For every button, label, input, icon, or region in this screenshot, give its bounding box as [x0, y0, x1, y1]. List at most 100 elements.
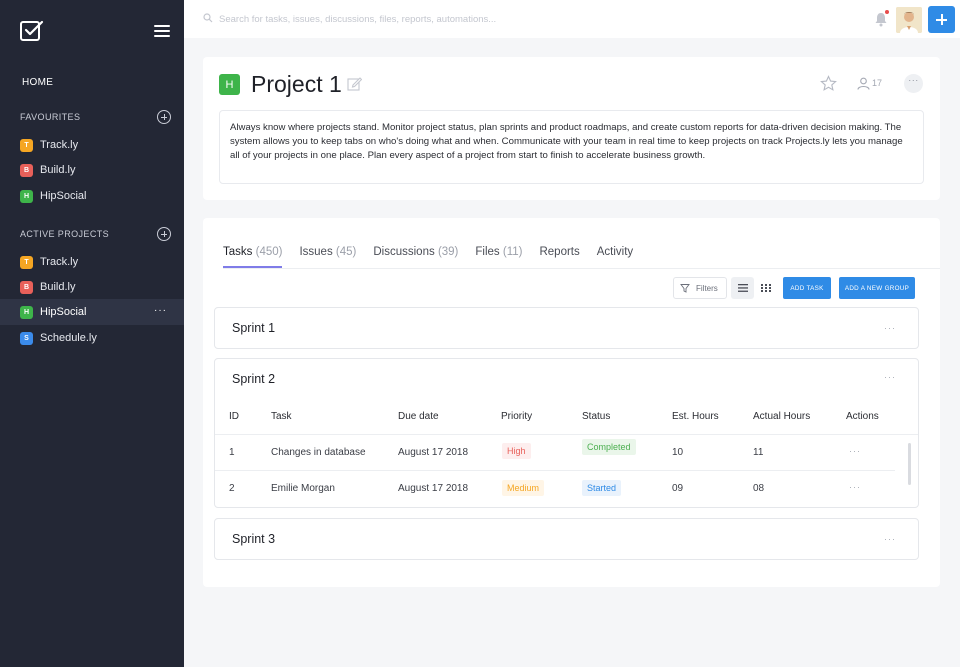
page-title: Project 1 — [251, 71, 342, 97]
app-logo-icon[interactable] — [20, 20, 44, 42]
filter-icon — [680, 284, 690, 293]
active-label: Build.ly — [40, 281, 76, 293]
search-input[interactable] — [219, 10, 639, 28]
column-header-task: Task — [271, 411, 292, 422]
project-badge: B — [20, 163, 33, 177]
table-header-divider — [215, 434, 918, 435]
edit-icon[interactable] — [347, 76, 362, 91]
grid-view-icon — [760, 284, 771, 292]
favourite-label: HipSocial — [40, 190, 87, 202]
add-group-button[interactable]: ADD A NEW GROUP — [839, 277, 915, 299]
tasks-card: Tasks (450) Issues (45) Discussions (39)… — [203, 218, 940, 587]
tab-label: Files — [475, 246, 500, 258]
star-icon[interactable] — [820, 75, 837, 92]
sidebar: HOME FAVOURITES T Track.ly B Build.ly H … — [0, 0, 184, 667]
active-label: Track.ly — [40, 256, 79, 268]
tab-count: (45) — [335, 246, 357, 258]
priority-badge: Medium — [502, 480, 545, 496]
tab-label: Issues — [299, 246, 333, 258]
tab-issues[interactable]: Issues (45) — [299, 246, 356, 268]
member-count: 17 — [872, 78, 883, 88]
priority-badge: High — [502, 443, 531, 459]
tab-label: Reports — [539, 246, 580, 258]
notification-bell-icon[interactable] — [874, 12, 888, 27]
project-description: Always know where projects stand. Monito… — [219, 110, 924, 184]
sprint-group[interactable]: Sprint 1 ··· — [214, 307, 919, 349]
cell-actual-hours: 08 — [753, 483, 765, 494]
favourite-item-buildly[interactable]: B Build.ly — [0, 157, 184, 183]
members-icon[interactable] — [857, 77, 870, 90]
active-item-schedulely[interactable]: S Schedule.ly — [0, 325, 184, 351]
list-view-button[interactable] — [731, 277, 754, 299]
column-header-id: ID — [229, 411, 239, 422]
sprint-title: Sprint 3 — [232, 532, 276, 546]
nav-home[interactable]: HOME — [22, 77, 53, 88]
project-badge: S — [20, 331, 33, 345]
view-toggle — [731, 277, 777, 299]
project-badge: H — [20, 305, 33, 319]
tab-activity[interactable]: Activity — [597, 246, 633, 268]
active-label: Schedule.ly — [40, 332, 97, 344]
column-header-status: Status — [582, 411, 611, 422]
sprint-group[interactable]: Sprint 3 ··· — [214, 518, 919, 560]
favourite-label: Build.ly — [40, 164, 76, 176]
sprint-more-icon[interactable]: ··· — [884, 534, 896, 544]
favourite-label: Track.ly — [40, 139, 79, 151]
add-task-button[interactable]: ADD TASK — [783, 277, 831, 299]
table-scrollbar[interactable] — [908, 443, 911, 485]
active-projects-title: ACTIVE PROJECTS — [20, 229, 110, 239]
cell-id: 2 — [229, 483, 235, 494]
cell-due: August 17 2018 — [398, 483, 469, 494]
column-header-est-hours: Est. Hours — [672, 411, 719, 422]
create-new-button[interactable] — [928, 6, 955, 33]
tab-bar: Tasks (450) Issues (45) Discussions (39)… — [223, 246, 650, 270]
active-item-trackly[interactable]: T Track.ly — [0, 249, 184, 275]
column-header-actions: Actions — [846, 411, 879, 422]
add-favourite-icon[interactable] — [157, 110, 171, 124]
top-bar — [184, 0, 960, 38]
status-badge: Completed — [582, 439, 636, 455]
project-more-icon[interactable]: ··· — [904, 74, 923, 93]
project-badge: T — [20, 138, 33, 152]
cell-est-hours: 09 — [672, 483, 684, 494]
filters-button[interactable]: Filters — [673, 277, 727, 299]
user-avatar[interactable] — [896, 7, 922, 33]
project-badge: T — [20, 255, 33, 269]
tab-count: (39) — [437, 246, 459, 258]
filters-label: Filters — [696, 283, 718, 293]
tabs-divider — [223, 268, 940, 269]
row-actions-icon[interactable]: ··· — [849, 482, 861, 492]
cell-task: Emilie Morgan — [271, 483, 335, 494]
menu-toggle-icon[interactable] — [154, 25, 170, 37]
tab-reports[interactable]: Reports — [539, 246, 579, 268]
column-header-priority: Priority — [501, 411, 533, 422]
column-header-actual-hours: Actual Hours — [753, 411, 811, 422]
sprint-group: Sprint 2 ··· ID Task Due date Priority S… — [214, 358, 919, 508]
cell-actual-hours: 11 — [753, 447, 764, 458]
tab-discussions[interactable]: Discussions (39) — [373, 246, 458, 268]
row-actions-icon[interactable]: ··· — [849, 446, 861, 456]
notification-dot — [885, 10, 889, 14]
tab-tasks[interactable]: Tasks (450) — [223, 246, 283, 268]
cell-task: Changes in database — [271, 447, 366, 458]
more-options-icon[interactable]: ··· — [154, 306, 167, 316]
active-label: HipSocial — [40, 306, 87, 318]
favourite-item-trackly[interactable]: T Track.ly — [0, 132, 184, 158]
sprint-title: Sprint 2 — [232, 372, 276, 386]
tab-label: Discussions — [373, 246, 435, 258]
active-item-hipsocial[interactable]: H HipSocial ··· — [0, 299, 184, 325]
cell-due: August 17 2018 — [398, 447, 469, 458]
tab-count: (450) — [255, 246, 283, 258]
project-badge: H — [20, 189, 33, 203]
favourite-item-hipsocial[interactable]: H HipSocial — [0, 183, 184, 209]
tab-count: (11) — [502, 246, 523, 258]
add-project-icon[interactable] — [157, 227, 171, 241]
sprint-more-icon[interactable]: ··· — [884, 372, 896, 382]
sprint-title: Sprint 1 — [232, 321, 276, 335]
grid-view-button[interactable] — [754, 277, 777, 299]
tab-label: Activity — [596, 246, 634, 258]
active-item-buildly[interactable]: B Build.ly — [0, 274, 184, 300]
tab-label: Tasks — [223, 246, 253, 258]
sprint-more-icon[interactable]: ··· — [884, 323, 896, 333]
tab-files[interactable]: Files (11) — [475, 246, 522, 268]
